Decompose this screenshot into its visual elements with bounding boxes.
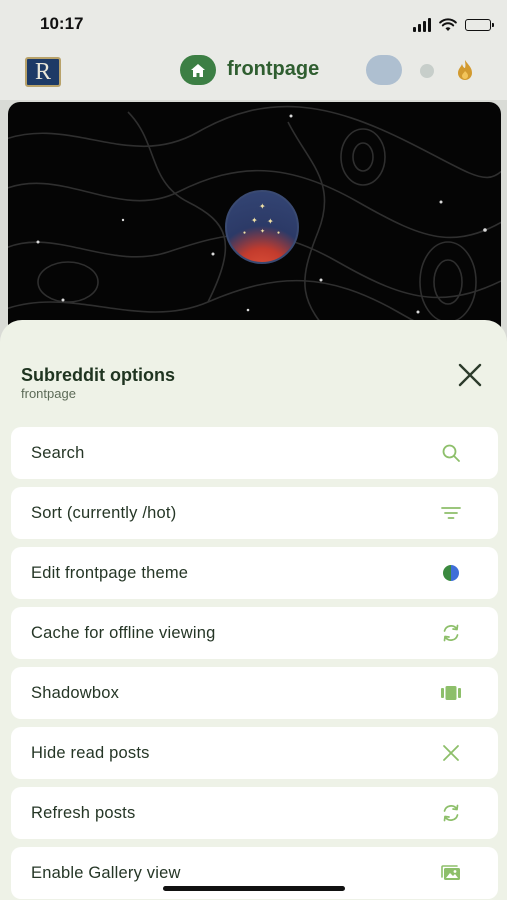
sync-icon bbox=[440, 622, 462, 644]
refresh-icon bbox=[440, 802, 462, 824]
option-label: Search bbox=[31, 443, 85, 462]
search-icon bbox=[440, 442, 462, 464]
battery-icon bbox=[465, 19, 494, 31]
sheet-subtitle: frontpage bbox=[21, 386, 76, 401]
status-bar: 10:17 bbox=[0, 0, 507, 50]
sort-icon bbox=[440, 502, 462, 524]
option-label: Sort (currently /hot) bbox=[31, 503, 177, 522]
option-label: Cache for offline viewing bbox=[31, 623, 216, 642]
option-search[interactable]: Search bbox=[11, 427, 498, 479]
globe-icon[interactable] bbox=[366, 55, 402, 85]
home-indicator[interactable] bbox=[163, 886, 345, 891]
home-icon[interactable] bbox=[180, 55, 216, 85]
header-title[interactable]: frontpage bbox=[227, 58, 319, 81]
shadowbox-icon bbox=[440, 682, 462, 704]
theme-icon bbox=[440, 562, 462, 584]
option-label: Refresh posts bbox=[31, 803, 136, 822]
options-list: Search Sort (currently /hot) Edit frontp… bbox=[11, 427, 498, 900]
cellular-signal-icon bbox=[413, 18, 431, 32]
option-edit-theme[interactable]: Edit frontpage theme bbox=[11, 547, 498, 599]
option-refresh[interactable]: Refresh posts bbox=[11, 787, 498, 839]
option-label: Edit frontpage theme bbox=[31, 563, 189, 582]
subreddit-options-sheet: Subreddit options frontpage Search Sort … bbox=[0, 320, 507, 900]
option-label: Hide read posts bbox=[31, 743, 150, 762]
status-time: 10:17 bbox=[40, 14, 84, 33]
option-label: Shadowbox bbox=[31, 683, 120, 702]
option-gallery-view[interactable]: Enable Gallery view bbox=[11, 847, 498, 899]
close-icon bbox=[440, 742, 462, 764]
dot-icon bbox=[420, 64, 434, 78]
option-shadowbox[interactable]: Shadowbox bbox=[11, 667, 498, 719]
wifi-icon bbox=[439, 18, 457, 31]
screen: 10:17 R frontpage ✦ ✦ ✦ ✦ ● ● Subreddit … bbox=[0, 0, 507, 900]
status-icons bbox=[413, 14, 494, 36]
subreddit-avatar[interactable]: ✦ ✦ ✦ ✦ ● ● bbox=[225, 190, 299, 264]
flame-icon[interactable] bbox=[455, 59, 475, 83]
option-hide-read[interactable]: Hide read posts bbox=[11, 727, 498, 779]
sheet-title: Subreddit options bbox=[21, 365, 175, 385]
app-logo[interactable]: R bbox=[25, 57, 61, 87]
subreddit-banner: ✦ ✦ ✦ ✦ ● ● bbox=[8, 102, 501, 342]
option-sort[interactable]: Sort (currently /hot) bbox=[11, 487, 498, 539]
close-button[interactable] bbox=[455, 360, 485, 390]
gallery-icon bbox=[440, 862, 462, 884]
close-icon bbox=[458, 363, 482, 387]
option-label: Enable Gallery view bbox=[31, 863, 181, 882]
option-cache-offline[interactable]: Cache for offline viewing bbox=[11, 607, 498, 659]
